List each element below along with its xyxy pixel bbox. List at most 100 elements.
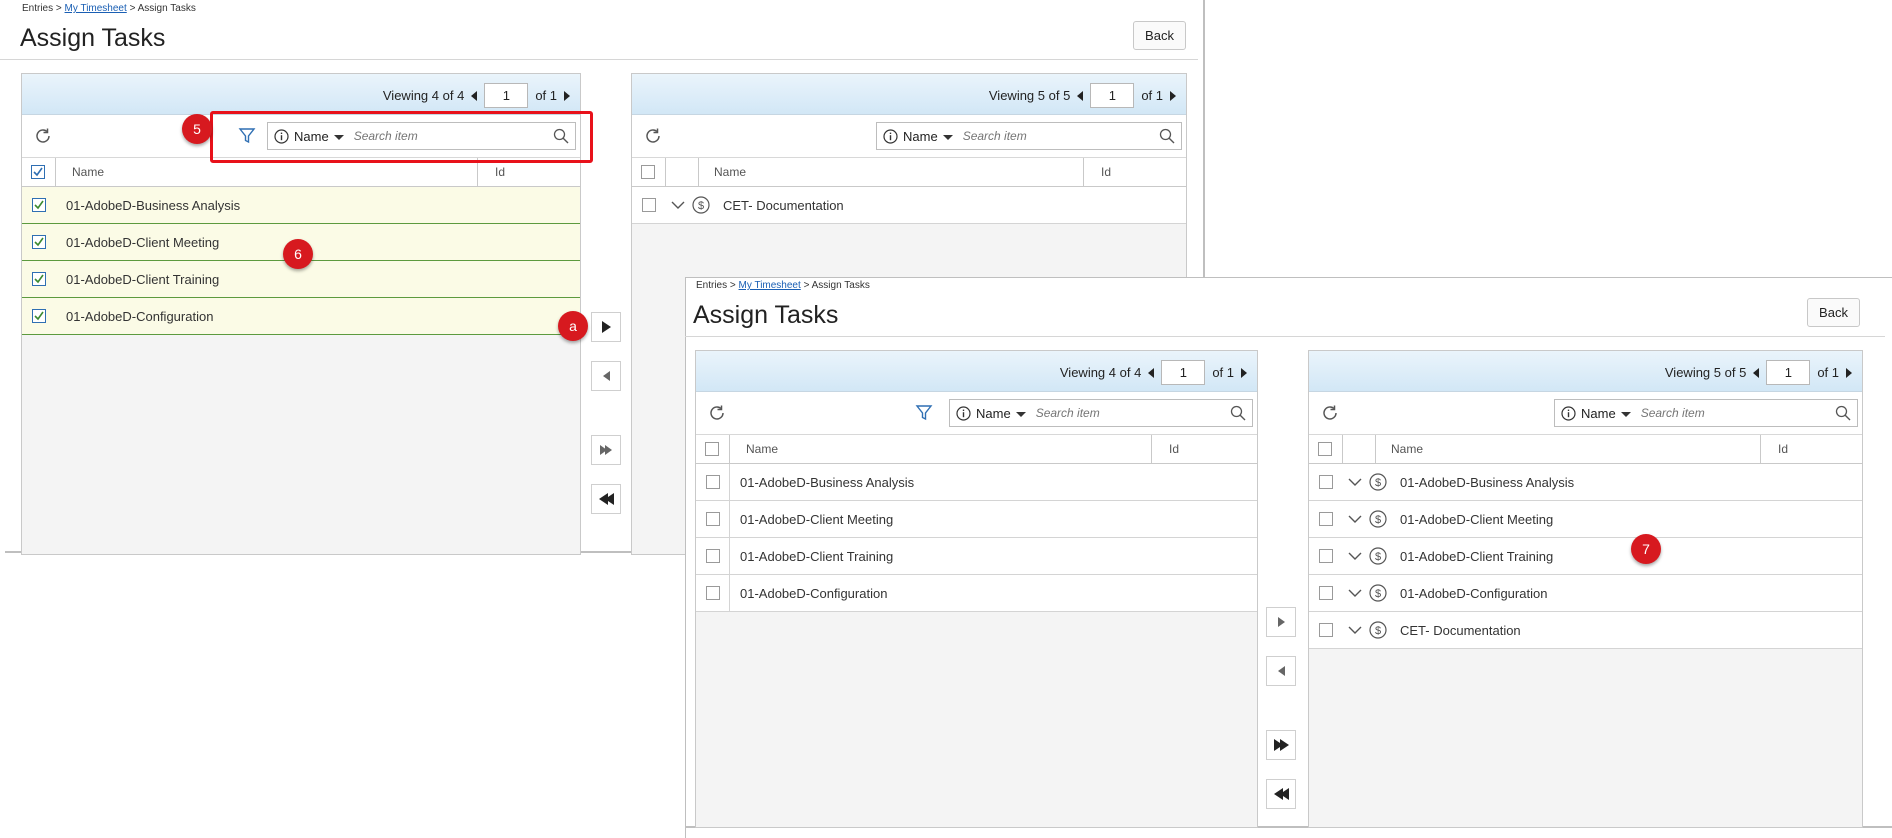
column-id[interactable]: Id	[1169, 435, 1179, 463]
refresh-icon[interactable]	[708, 404, 726, 422]
unassign-all-button[interactable]	[591, 484, 621, 514]
breadcrumb-entries[interactable]: Entries	[22, 3, 53, 14]
column-name[interactable]: Name	[746, 435, 778, 463]
assign-selected-button[interactable]	[1266, 607, 1296, 637]
viewing-count: Viewing 4 of 4	[1059, 365, 1142, 380]
checkmark-icon	[33, 167, 43, 177]
filter-icon[interactable]	[915, 404, 933, 422]
table-row[interactable]: $ 01-AdobeD-Client Training	[1309, 538, 1862, 575]
breadcrumb: Entries > My Timesheet > Assign Tasks	[22, 3, 196, 14]
assign-all-button[interactable]	[591, 435, 621, 465]
search-field-selector[interactable]: Name	[1581, 406, 1616, 421]
search-input[interactable]	[1033, 405, 1230, 421]
back-button[interactable]: Back	[1807, 298, 1860, 327]
table-row[interactable]: 01-AdobeD-Client Training	[696, 538, 1257, 575]
select-all-checkbox[interactable]	[1318, 435, 1332, 463]
search-icon[interactable]	[1230, 405, 1246, 421]
table-row[interactable]: 01-AdobeD-Configuration	[696, 575, 1257, 612]
chevron-down-icon[interactable]	[942, 134, 953, 140]
row-checkbox[interactable]	[706, 512, 720, 526]
refresh-icon[interactable]	[644, 127, 662, 145]
row-checkbox[interactable]	[706, 549, 720, 563]
search-box: Name	[876, 122, 1182, 150]
page-number-input[interactable]: 1	[484, 83, 529, 108]
table-row[interactable]: $ 01-AdobeD-Configuration	[1309, 575, 1862, 612]
search-input[interactable]	[1638, 405, 1835, 421]
breadcrumb-entries[interactable]: Entries	[696, 280, 727, 291]
unassign-selected-button[interactable]	[591, 361, 621, 391]
table-row[interactable]: $ 01-AdobeD-Business Analysis	[1309, 464, 1862, 501]
unassign-all-button[interactable]	[1266, 779, 1296, 809]
search-field-selector[interactable]: Name	[976, 406, 1011, 421]
table-row[interactable]: $ CET- Documentation	[1309, 612, 1862, 649]
row-checkbox[interactable]	[32, 272, 46, 286]
breadcrumb-my-timesheet[interactable]: My Timesheet	[65, 3, 127, 14]
table-row[interactable]: 01-AdobeD-Business Analysis	[22, 187, 580, 224]
checkmark-icon	[34, 311, 44, 321]
column-name[interactable]: Name	[72, 158, 104, 186]
table-row[interactable]: 01-AdobeD-Configuration	[22, 298, 580, 335]
search-icon[interactable]	[1835, 405, 1851, 421]
column-name[interactable]: Name	[714, 158, 746, 186]
search-box: Name	[949, 399, 1253, 427]
unassign-selected-button[interactable]	[1266, 656, 1296, 686]
task-list: $ CET- Documentation	[632, 187, 1186, 224]
arrow-left-icon	[602, 371, 610, 381]
table-row[interactable]: $ 01-AdobeD-Client Meeting	[1309, 501, 1862, 538]
row-checkbox[interactable]	[1319, 549, 1333, 563]
column-name[interactable]: Name	[1391, 435, 1423, 463]
assign-selected-button[interactable]	[591, 312, 621, 342]
next-page-icon[interactable]	[1846, 367, 1852, 378]
chevron-down-icon[interactable]	[1015, 411, 1026, 417]
prev-page-icon[interactable]	[1753, 367, 1760, 378]
page-number-input[interactable]: 1	[1090, 83, 1135, 108]
page-number-input[interactable]: 1	[1161, 360, 1206, 385]
chevron-down-icon[interactable]	[671, 201, 685, 209]
page-number-input[interactable]: 1	[1766, 360, 1811, 385]
task-name: 01-AdobeD-Configuration	[66, 308, 214, 324]
chevron-down-icon[interactable]	[1348, 626, 1362, 634]
row-checkbox[interactable]	[642, 198, 656, 212]
chevron-down-icon[interactable]	[1348, 552, 1362, 560]
assign-all-button[interactable]	[1266, 730, 1296, 760]
select-all-checkbox[interactable]	[641, 158, 655, 186]
prev-page-icon[interactable]	[471, 90, 478, 101]
search-icon[interactable]	[1159, 128, 1175, 144]
column-id[interactable]: Id	[1101, 158, 1111, 186]
task-name: 01-AdobeD-Client Training	[66, 271, 220, 287]
search-field-selector[interactable]: Name	[903, 129, 938, 144]
chevron-down-icon[interactable]	[1348, 478, 1362, 486]
row-checkbox[interactable]	[706, 586, 720, 600]
table-row[interactable]: $ CET- Documentation	[632, 187, 1186, 224]
next-page-icon[interactable]	[1170, 90, 1176, 101]
chevron-down-icon[interactable]	[1620, 411, 1631, 417]
breadcrumb-my-timesheet[interactable]: My Timesheet	[739, 280, 801, 291]
page-title: Assign Tasks	[20, 24, 166, 52]
search-input[interactable]	[960, 128, 1159, 144]
row-checkbox[interactable]	[1319, 512, 1333, 526]
step-marker-6: 6	[283, 239, 313, 269]
chevron-down-icon[interactable]	[1348, 589, 1362, 597]
next-page-icon[interactable]	[1241, 367, 1247, 378]
back-button[interactable]: Back	[1133, 21, 1186, 50]
prev-page-icon[interactable]	[1077, 90, 1084, 101]
refresh-icon[interactable]	[1321, 404, 1339, 422]
row-checkbox[interactable]	[1319, 586, 1333, 600]
refresh-icon[interactable]	[34, 127, 52, 145]
row-checkbox[interactable]	[1319, 623, 1333, 637]
table-row[interactable]: 01-AdobeD-Client Meeting	[696, 501, 1257, 538]
chevron-down-icon[interactable]	[1348, 515, 1362, 523]
table-row[interactable]: 01-AdobeD-Business Analysis	[696, 464, 1257, 501]
row-checkbox[interactable]	[32, 235, 46, 249]
column-id[interactable]: Id	[1778, 435, 1788, 463]
row-checkbox[interactable]	[32, 198, 46, 212]
next-page-icon[interactable]	[564, 90, 570, 101]
row-checkbox[interactable]	[706, 475, 720, 489]
divider	[685, 336, 1885, 337]
task-name: 01-AdobeD-Configuration	[1400, 585, 1548, 601]
select-all-checkbox[interactable]	[705, 435, 719, 463]
prev-page-icon[interactable]	[1148, 367, 1155, 378]
row-checkbox[interactable]	[1319, 475, 1333, 489]
row-checkbox[interactable]	[32, 309, 46, 323]
select-all-checkbox[interactable]	[31, 158, 45, 186]
